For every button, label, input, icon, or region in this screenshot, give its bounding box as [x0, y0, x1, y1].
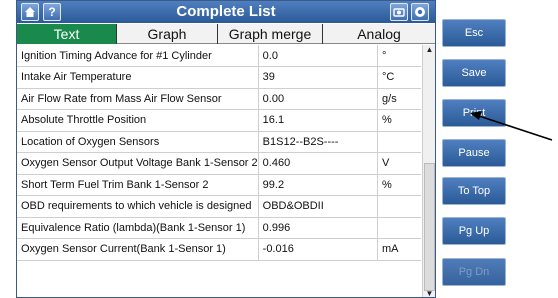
tab-analog[interactable]: Analog: [323, 24, 435, 44]
parameter-name: Absolute Throttle Position: [17, 109, 259, 132]
parameter-value: -0.016: [258, 238, 379, 261]
parameter-unit: %: [377, 174, 421, 196]
page-up-button[interactable]: Pg Up: [442, 217, 506, 245]
parameter-value: 99.2: [258, 174, 379, 196]
parameter-unit: g/s: [377, 88, 421, 110]
parameter-value: 39: [258, 66, 379, 89]
parameter-name: Ignition Timing Advance for #1 Cylinder: [17, 45, 259, 67]
parameter-unit: °C: [377, 66, 421, 89]
table-row[interactable]: Oxygen Sensor Output Voltage Bank 1-Sens…: [17, 152, 421, 175]
data-table: Ignition Timing Advance for #1 Cylinder …: [17, 45, 421, 297]
parameter-name: Oxygen Sensor Output Voltage Bank 1-Sens…: [17, 152, 259, 175]
pause-button[interactable]: Pause: [442, 139, 506, 167]
page-down-button[interactable]: Pg Dn: [442, 258, 506, 286]
scrollbar-thumb[interactable]: [424, 163, 435, 291]
parameter-value: 0.00: [258, 88, 379, 110]
parameter-name: Intake Air Temperature: [17, 66, 259, 89]
parameter-unit: [377, 131, 421, 153]
to-top-button[interactable]: To Top: [442, 177, 506, 205]
table-row[interactable]: Intake Air Temperature 39 °C: [17, 66, 421, 89]
action-sidebar: Esc Save Print Pause To Top Pg Up Pg Dn: [442, 0, 506, 298]
parameter-name: Equivalence Ratio (lambda)(Bank 1-Sensor…: [17, 217, 259, 239]
vertical-scrollbar[interactable]: ▲ ▼: [422, 45, 435, 298]
table-row[interactable]: OBD requirements to which vehicle is des…: [17, 195, 421, 218]
table-row[interactable]: Short Term Fuel Trim Bank 1-Sensor 2 99.…: [17, 174, 421, 196]
table-row[interactable]: Ignition Timing Advance for #1 Cylinder …: [17, 45, 421, 67]
record-icon[interactable]: [411, 3, 429, 21]
parameter-unit: mA: [377, 238, 421, 261]
esc-button[interactable]: Esc: [442, 19, 506, 47]
print-button[interactable]: Print: [442, 99, 506, 127]
scroll-down-arrow-icon[interactable]: ▼: [424, 290, 435, 298]
table-row[interactable]: Oxygen Sensor Current(Bank 1-Sensor 1) -…: [17, 238, 421, 261]
parameter-name: Oxygen Sensor Current(Bank 1-Sensor 1): [17, 238, 259, 261]
table-row[interactable]: Absolute Throttle Position 16.1 %: [17, 109, 421, 132]
parameter-value: OBD&OBDII: [258, 195, 379, 218]
parameter-unit: V: [377, 152, 421, 175]
parameter-value: 0.460: [258, 152, 379, 175]
parameter-unit: °: [377, 45, 421, 67]
parameter-name: OBD requirements to which vehicle is des…: [17, 195, 259, 218]
view-tabs: Text Graph Graph merge Analog: [17, 24, 435, 44]
parameter-value: 16.1: [258, 109, 379, 132]
table-row[interactable]: Air Flow Rate from Mass Air Flow Sensor …: [17, 88, 421, 110]
table-row[interactable]: Location of Oxygen Sensors B1S12--B2S---…: [17, 131, 421, 153]
camera-icon[interactable]: [390, 3, 408, 21]
table-row[interactable]: Equivalence Ratio (lambda)(Bank 1-Sensor…: [17, 217, 421, 239]
parameter-unit: [377, 217, 421, 239]
page-title: Complete List: [176, 3, 276, 20]
parameter-unit: %: [377, 109, 421, 132]
tab-graph[interactable]: Graph: [117, 24, 218, 44]
tab-graph-merge[interactable]: Graph merge: [218, 24, 323, 44]
parameter-unit: [377, 195, 421, 218]
parameter-value: 0.996: [258, 217, 379, 239]
parameter-name: Short Term Fuel Trim Bank 1-Sensor 2: [17, 174, 259, 196]
parameter-name: Location of Oxygen Sensors: [17, 131, 259, 153]
save-button[interactable]: Save: [442, 59, 506, 87]
parameter-value: B1S12--B2S----: [258, 131, 379, 153]
tab-text[interactable]: Text: [17, 24, 117, 44]
scroll-up-arrow-icon[interactable]: ▲: [424, 45, 435, 57]
title-bar: ? Complete List: [17, 1, 435, 23]
parameter-value: 0.0: [258, 45, 379, 67]
data-list-panel: ? Complete List Text Graph Graph merge A…: [16, 0, 436, 298]
parameter-name: Air Flow Rate from Mass Air Flow Sensor: [17, 88, 259, 110]
